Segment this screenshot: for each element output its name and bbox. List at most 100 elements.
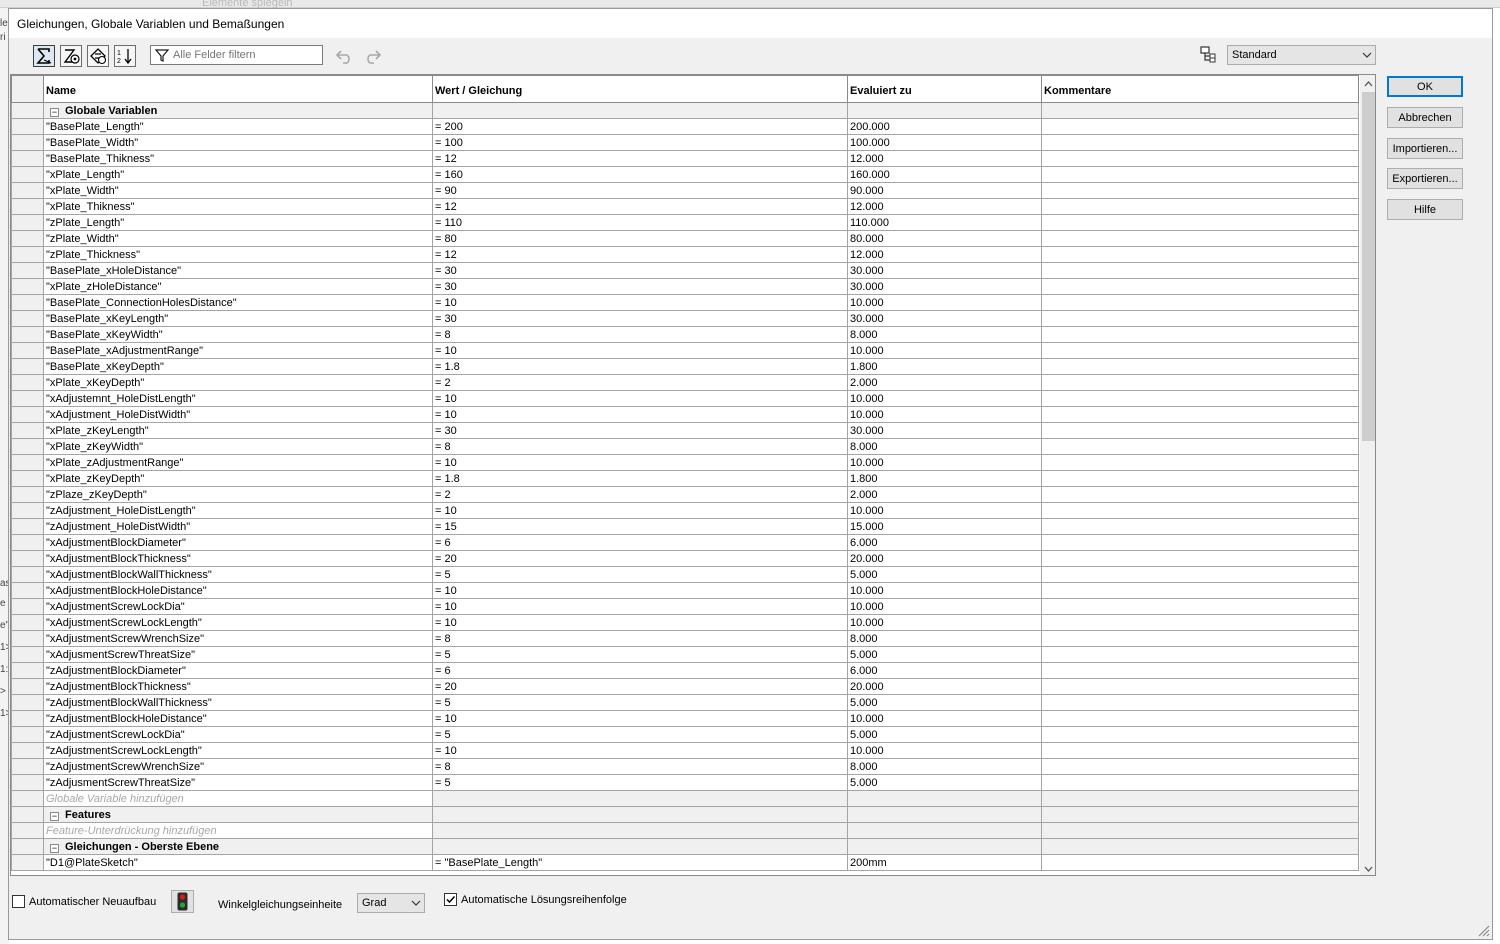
value-cell[interactable]: = 1.8 [432, 470, 848, 487]
value-cell[interactable]: = 30 [432, 310, 848, 327]
table-row[interactable]: "BasePlate_Thikness" = 12 12.000 [11, 150, 1359, 167]
section-title[interactable]: − Features [43, 806, 433, 823]
row-selector[interactable] [11, 598, 44, 615]
rebuild-button[interactable] [171, 890, 194, 913]
table-row[interactable]: "xPlate_Thikness" = 12 12.000 [11, 198, 1359, 215]
row-selector[interactable] [11, 630, 44, 647]
comment-cell[interactable] [1041, 646, 1359, 663]
table-row[interactable]: "xAdjustemnt_HoleDistLength" = 10 10.000 [11, 390, 1359, 407]
table-row[interactable]: "zPlate_Length" = 110 110.000 [11, 214, 1359, 231]
value-cell[interactable]: = 90 [432, 182, 848, 199]
variable-name-cell[interactable]: "zPlaze_zKeyDepth" [43, 486, 433, 503]
value-cell[interactable]: = 30 [432, 278, 848, 295]
column-header-comments[interactable]: Kommentare [1041, 75, 1359, 103]
row-selector[interactable] [11, 166, 44, 183]
value-cell[interactable]: = 8 [432, 630, 848, 647]
value-cell[interactable]: = 6 [432, 534, 848, 551]
scroll-down-icon[interactable] [1360, 860, 1375, 875]
value-cell[interactable]: = 12 [432, 198, 848, 215]
filter-field[interactable] [150, 45, 323, 65]
variable-name-cell[interactable]: "xPlate_zKeyWidth" [43, 438, 433, 455]
table-row[interactable]: "zAdjustmentScrewLockDia" = 5 5.000 [11, 726, 1359, 743]
comment-cell[interactable] [1041, 550, 1359, 567]
table-row[interactable]: "xAdjustmentBlockHoleDistance" = 10 10.000 [11, 582, 1359, 599]
comment-cell[interactable] [1041, 118, 1359, 135]
variable-name-cell[interactable]: "BasePlate_Length" [43, 118, 433, 135]
variable-name-cell[interactable]: "zAdjustment_HoleDistWidth" [43, 518, 433, 535]
variable-name-cell[interactable]: "xAdjustmentScrewWrenchSize" [43, 630, 433, 647]
row-selector[interactable] [11, 390, 44, 407]
row-selector[interactable] [11, 822, 44, 839]
collapse-icon[interactable]: − [50, 107, 59, 117]
comment-cell[interactable] [1041, 598, 1359, 615]
row-selector[interactable] [11, 374, 44, 391]
section-title[interactable]: − Gleichungen - Oberste Ebene [43, 838, 433, 855]
value-cell[interactable]: = 30 [432, 262, 848, 279]
row-selector[interactable] [11, 550, 44, 567]
corner-header[interactable] [11, 75, 44, 103]
add-global-variable-row[interactable]: Globale Variable hinzufügen [11, 790, 1359, 807]
value-cell[interactable]: = 2 [432, 486, 848, 503]
value-cell[interactable]: = 20 [432, 550, 848, 567]
angle-unit-select[interactable]: Grad [357, 893, 425, 913]
table-row[interactable]: "zAdjustmentBlockWallThickness" = 5 5.000 [11, 694, 1359, 711]
value-cell[interactable]: = 10 [432, 582, 848, 599]
variable-name-cell[interactable]: "zAdjustmentScrewWrenchSize" [43, 758, 433, 775]
comment-cell[interactable] [1041, 486, 1359, 503]
row-selector[interactable] [11, 678, 44, 695]
table-row[interactable]: "BasePlate_xKeyLength" = 30 30.000 [11, 310, 1359, 327]
row-selector[interactable] [11, 262, 44, 279]
comment-cell[interactable] [1041, 374, 1359, 391]
variable-name-cell[interactable]: "BasePlate_xKeyLength" [43, 310, 433, 327]
table-row[interactable]: "zPlate_Width" = 80 80.000 [11, 230, 1359, 247]
comment-cell[interactable] [1041, 742, 1359, 759]
table-row[interactable]: "BasePlate_xHoleDistance" = 30 30.000 [11, 262, 1359, 279]
row-selector[interactable] [11, 182, 44, 199]
table-row[interactable]: "zPlate_Thickness" = 12 12.000 [11, 246, 1359, 263]
ordered-view-button[interactable]: 1 2 [114, 45, 136, 67]
table-row[interactable]: "BasePlate_xKeyDepth" = 1.8 1.800 [11, 358, 1359, 375]
variable-name-cell[interactable]: "zAdjustmentBlockThickness" [43, 678, 433, 695]
row-selector[interactable] [11, 326, 44, 343]
table-row[interactable]: "xPlate_zKeyWidth" = 8 8.000 [11, 438, 1359, 455]
row-selector[interactable] [11, 278, 44, 295]
table-row[interactable]: "BasePlate_Length" = 200 200.000 [11, 118, 1359, 135]
table-row[interactable]: "xPlate_Width" = 90 90.000 [11, 182, 1359, 199]
value-cell[interactable]: = 1.8 [432, 358, 848, 375]
import-button[interactable]: Importieren... [1387, 138, 1463, 159]
table-row[interactable]: "zAdjustmentBlockHoleDistance" = 10 10.000 [11, 710, 1359, 727]
ok-button[interactable]: OK [1387, 76, 1463, 97]
scrollbar-thumb[interactable] [1362, 92, 1375, 441]
value-cell[interactable]: = 10 [432, 406, 848, 423]
row-selector[interactable] [11, 726, 44, 743]
row-selector[interactable] [11, 438, 44, 455]
dimension-view-button[interactable] [87, 45, 109, 67]
variable-name-cell[interactable]: "zPlate_Width" [43, 230, 433, 247]
variable-name-cell[interactable]: "xPlate_xKeyDepth" [43, 374, 433, 391]
comment-cell[interactable] [1041, 198, 1359, 215]
variable-name-cell[interactable]: "BasePlate_Width" [43, 134, 433, 151]
variable-name-cell[interactable]: "zPlate_Thickness" [43, 246, 433, 263]
comment-cell[interactable] [1041, 454, 1359, 471]
comment-cell[interactable] [1041, 726, 1359, 743]
variable-name-cell[interactable]: "BasePlate_ConnectionHolesDistance" [43, 294, 433, 311]
value-cell[interactable]: = 5 [432, 774, 848, 791]
value-cell[interactable]: = 10 [432, 390, 848, 407]
variable-name-cell[interactable]: "xAdjustemnt_HoleDistLength" [43, 390, 433, 407]
variable-name-cell[interactable]: "xPlate_zHoleDistance" [43, 278, 433, 295]
comment-cell[interactable] [1041, 310, 1359, 327]
comment-cell[interactable] [1041, 534, 1359, 551]
row-selector[interactable] [11, 566, 44, 583]
row-selector[interactable] [11, 694, 44, 711]
table-row[interactable]: "zPlaze_zKeyDepth" = 2 2.000 [11, 486, 1359, 503]
comment-cell[interactable] [1041, 278, 1359, 295]
column-header-evaluated[interactable]: Evaluiert zu [847, 75, 1042, 103]
comment-cell[interactable] [1041, 214, 1359, 231]
variable-name-cell[interactable]: "xPlate_Thikness" [43, 198, 433, 215]
row-selector[interactable] [11, 118, 44, 135]
variable-name-cell[interactable]: "xAdjustmentScrewLockLength" [43, 614, 433, 631]
value-cell[interactable]: = 20 [432, 678, 848, 695]
table-row[interactable]: "xPlate_zHoleDistance" = 30 30.000 [11, 278, 1359, 295]
value-cell[interactable]: = 10 [432, 614, 848, 631]
value-cell[interactable]: = 6 [432, 662, 848, 679]
